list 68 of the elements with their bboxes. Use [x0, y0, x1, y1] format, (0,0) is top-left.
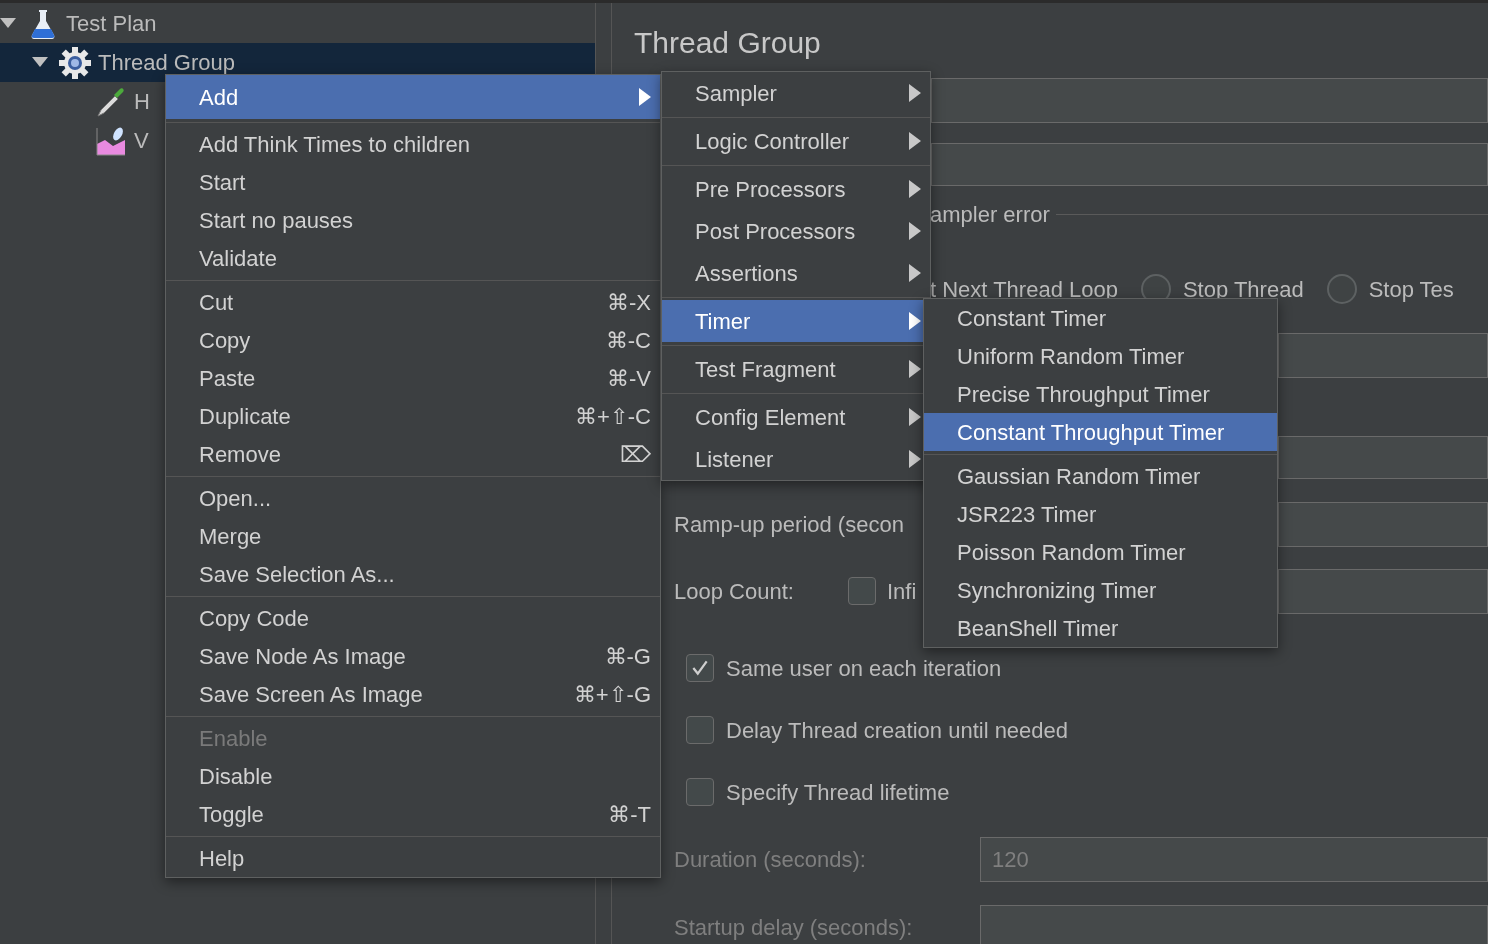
tree-item[interactable]: V [134, 124, 149, 157]
input-field[interactable] [1278, 436, 1488, 479]
field-label: Loop Count: [674, 577, 795, 606]
menu-item[interactable]: Duplicate ⌘+⇧-C [166, 397, 660, 435]
menu-item[interactable]: Copy ⌘-C [166, 321, 660, 359]
checkbox-label: Same user on each iteration [726, 654, 1002, 683]
tree-item[interactable]: H [134, 85, 150, 118]
menu-item[interactable]: JSR223 Timer [924, 495, 1277, 533]
menu-item[interactable]: Post Processors [662, 210, 930, 252]
shortcut-text: ⌘-X [607, 288, 651, 317]
menu-item[interactable]: Assertions [662, 252, 930, 294]
shortcut-text: ⌘-G [604, 642, 651, 671]
menu-item[interactable]: Toggle ⌘-T [166, 795, 660, 833]
checkbox-label: Delay Thread creation until needed [726, 716, 1069, 745]
check-icon [690, 658, 710, 678]
expand-arrow-icon[interactable] [32, 56, 48, 69]
section-legend: ampler error [930, 197, 1050, 231]
input-field[interactable] [1278, 333, 1488, 378]
menu-item[interactable]: Start no pauses [166, 201, 660, 239]
shortcut-text: ⌘+⇧-C [574, 402, 651, 431]
panel-title: Thread Group [634, 25, 822, 61]
checkbox[interactable] [686, 716, 714, 744]
menu-item[interactable]: Add [166, 75, 660, 119]
tree-item[interactable]: Test Plan [66, 7, 157, 40]
menu-item[interactable]: Save Screen As Image ⌘+⇧-G [166, 675, 660, 713]
input-field[interactable] [931, 143, 1488, 186]
menu-item[interactable]: Merge [166, 517, 660, 555]
menu-item[interactable]: Save Selection As... [166, 555, 660, 593]
checkbox-label: Specify Thread lifetime [726, 778, 950, 807]
checkbox[interactable] [686, 654, 714, 682]
field-label: Duration (seconds): [674, 845, 867, 874]
menu-item[interactable]: Test Fragment [662, 348, 930, 390]
gear-icon [58, 45, 92, 80]
menu-item[interactable]: Cut ⌘-X [166, 283, 660, 321]
input-field[interactable] [980, 904, 1488, 944]
menu-item[interactable]: Help [166, 839, 660, 877]
menu-item[interactable]: Paste ⌘-V [166, 359, 660, 397]
shortcut-text: ⌦ [620, 440, 651, 469]
input-field[interactable] [1278, 501, 1488, 547]
menu-item[interactable]: Validate [166, 239, 660, 277]
shortcut-text: ⌘-V [607, 364, 651, 393]
radio-button[interactable] [1326, 274, 1357, 304]
field-label: Startup delay (seconds): [674, 913, 914, 942]
menu-item[interactable]: Copy Code [166, 599, 660, 637]
field-label: Ramp-up period (secon [674, 510, 904, 539]
checkbox[interactable] [848, 577, 876, 605]
checkbox[interactable] [686, 778, 714, 806]
menu-item[interactable]: Logic Controller [662, 120, 930, 162]
expand-arrow-icon[interactable] [0, 17, 16, 30]
menu-item[interactable]: Start [166, 163, 660, 201]
shortcut-text: ⌘-T [608, 800, 651, 829]
checkbox-label: Infi [887, 577, 917, 606]
menu-item[interactable]: BeanShell Timer [924, 609, 1277, 647]
shortcut-text: ⌘-C [605, 326, 651, 355]
input-field[interactable] [1278, 568, 1488, 614]
menu-item[interactable]: Remove ⌦ [166, 435, 660, 473]
menu-item[interactable]: Synchronizing Timer [924, 571, 1277, 609]
menu-item[interactable]: Poisson Random Timer [924, 533, 1277, 571]
menu-item[interactable]: Sampler [662, 72, 930, 114]
shortcut-text: ⌘+⇧-G [573, 680, 651, 709]
menu-item[interactable]: Add Think Times to children [166, 125, 660, 163]
radio-label: Stop Tes [1368, 275, 1454, 304]
menu-item[interactable]: Open... [166, 479, 660, 517]
menu-item[interactable]: Pre Processors [662, 168, 930, 210]
input-field[interactable] [931, 78, 1488, 123]
menu-item[interactable]: Save Node As Image ⌘-G [166, 637, 660, 675]
menu-item[interactable]: Disable [166, 757, 660, 795]
menu-item[interactable]: Constant Throughput Timer [924, 413, 1277, 451]
